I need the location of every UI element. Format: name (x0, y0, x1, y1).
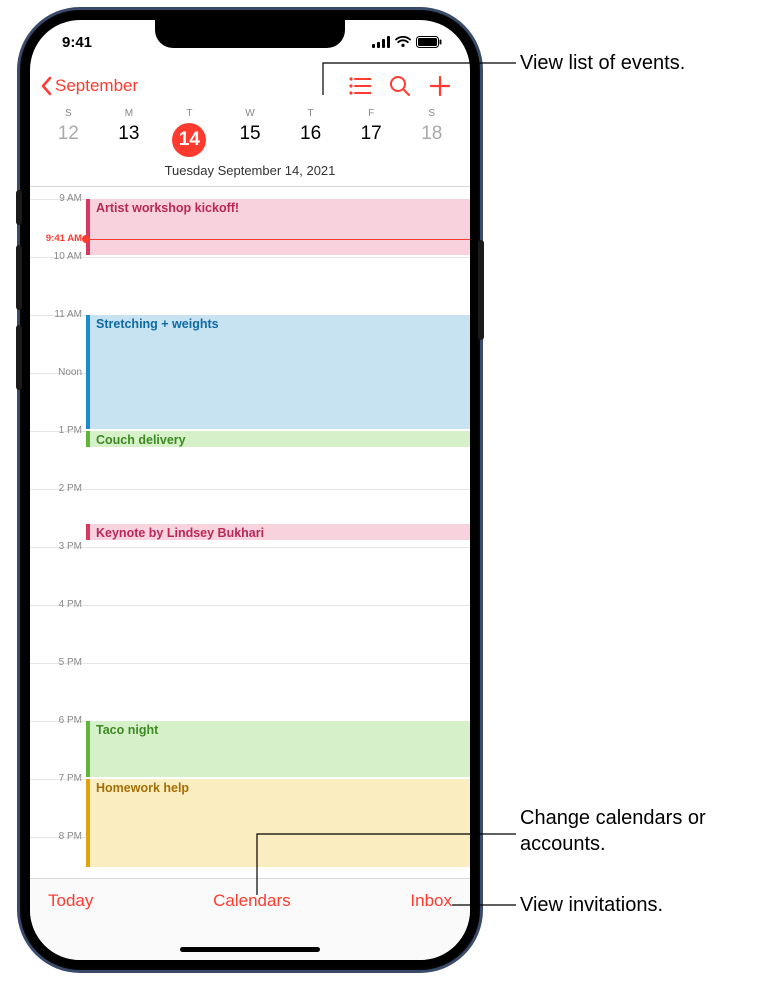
week-day-row: 12131415161718 (30, 119, 470, 163)
hour-label: 10 AM (34, 251, 82, 262)
status-indicators (372, 36, 442, 48)
side-button-power (478, 240, 484, 340)
hour-label: 8 PM (34, 831, 82, 842)
hour-label: 3 PM (34, 541, 82, 552)
calendar-event[interactable]: Taco night (86, 721, 470, 777)
calendar-event[interactable]: Couch delivery (86, 431, 470, 447)
status-time: 9:41 (62, 34, 92, 51)
hour-label: 9 AM (34, 193, 82, 204)
week-day[interactable]: 16 (280, 123, 341, 157)
day-timeline[interactable]: 9 AM 10 AM 11 AM Noon 1 PM 2 PM 3 PM 4 PM 5 PM 6 … (30, 187, 470, 867)
weekday-letter: S (401, 108, 462, 119)
week-day[interactable]: 13 (99, 123, 160, 157)
calendar-event[interactable]: Homework help (86, 779, 470, 867)
hour-label: 7 PM (34, 773, 82, 784)
current-date-label: Tuesday September 14, 2021 (30, 163, 470, 187)
hour-label: 5 PM (34, 657, 82, 668)
hour-line: 10 AM (30, 257, 470, 258)
weekday-letter: M (99, 108, 160, 119)
list-view-button[interactable] (340, 66, 380, 106)
battery-icon (416, 36, 442, 48)
weekday-letter: S (38, 108, 99, 119)
search-icon (389, 75, 411, 97)
bottom-toolbar: Today Calendars Inbox (30, 878, 470, 960)
hour-label: 6 PM (34, 715, 82, 726)
phone-frame: 9:41 (20, 10, 480, 970)
hour-line: 4 PM (30, 605, 470, 606)
weekday-letter: W (220, 108, 281, 119)
callout-inbox: View invitations. (520, 892, 663, 918)
hour-line: 5 PM (30, 663, 470, 664)
week-day[interactable]: 14 (159, 123, 220, 157)
screen: 9:41 (30, 20, 470, 960)
wifi-icon (395, 36, 411, 48)
add-event-button[interactable] (420, 66, 460, 106)
list-icon (349, 77, 371, 95)
calendar-event[interactable]: Artist workshop kickoff! (86, 199, 470, 255)
weekday-letter: F (341, 108, 402, 119)
week-day[interactable]: 18 (401, 123, 462, 157)
calendar-event[interactable]: Keynote by Lindsey Bukhari (86, 524, 470, 540)
today-button[interactable]: Today (48, 891, 93, 960)
inbox-button[interactable]: Inbox (410, 891, 452, 960)
plus-icon (429, 75, 451, 97)
week-day[interactable]: 15 (220, 123, 281, 157)
week-day[interactable]: 17 (341, 123, 402, 157)
hour-label: 11 AM (34, 309, 82, 320)
weekday-letter: T (159, 108, 220, 119)
back-button[interactable]: September (40, 76, 138, 96)
hour-label: 2 PM (34, 483, 82, 494)
now-indicator (86, 239, 470, 240)
weekday-letter: T (280, 108, 341, 119)
side-button-silence (16, 190, 22, 225)
hour-label: 4 PM (34, 599, 82, 610)
side-button-vol-down (16, 325, 22, 390)
hour-line: 2 PM (30, 489, 470, 490)
notch (155, 20, 345, 48)
weekday-header-row: SMTWTFS (30, 108, 470, 119)
nav-bar: September (30, 64, 470, 108)
week-day[interactable]: 12 (38, 123, 99, 157)
calendar-event[interactable]: Stretching + weights (86, 315, 470, 429)
back-label: September (55, 76, 138, 96)
hour-label: Noon (34, 367, 82, 378)
callout-calendars: Change calendars or accounts. (520, 805, 774, 857)
home-indicator[interactable] (180, 947, 320, 952)
search-button[interactable] (380, 66, 420, 106)
chevron-left-icon (40, 76, 52, 96)
hour-label: 1 PM (34, 425, 82, 436)
callout-list-view: View list of events. (520, 50, 685, 76)
cellular-icon (372, 36, 390, 48)
hour-line: 3 PM (30, 547, 470, 548)
side-button-vol-up (16, 245, 22, 310)
now-label: 9:41 AM (32, 233, 82, 244)
